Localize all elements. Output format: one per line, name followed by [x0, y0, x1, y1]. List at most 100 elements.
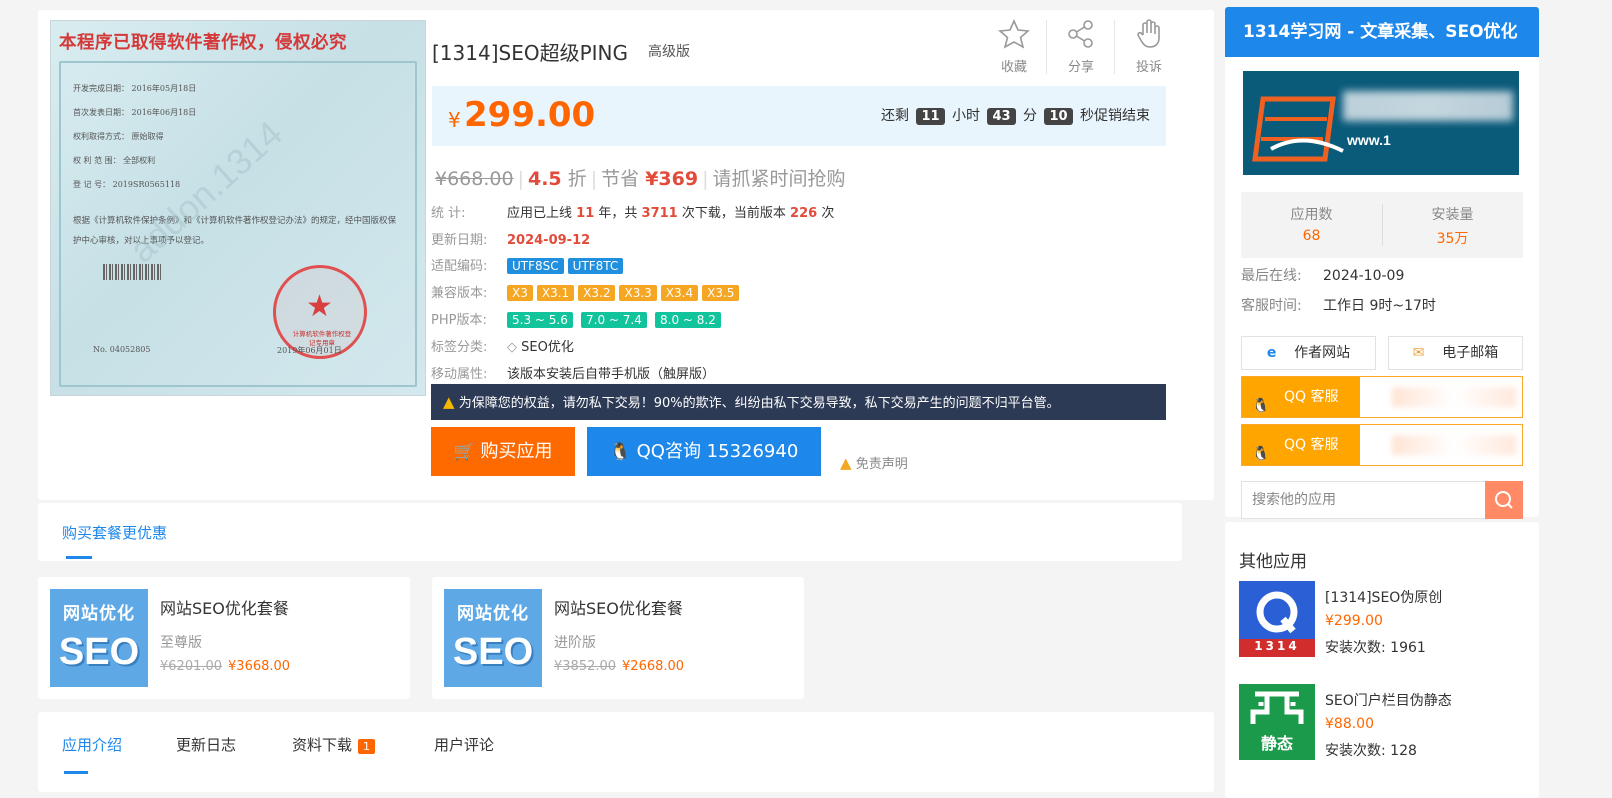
tag-row: 标签分类: ◇ SEO优化: [431, 340, 574, 355]
favorite-button[interactable]: 收藏: [981, 18, 1047, 75]
package-level: 至尊版: [160, 635, 202, 651]
php-row: PHP版本: 5.3 ~ 5.6 7.0 ~ 7.4 8.0 ~ 8.2: [431, 309, 725, 328]
cart-icon: 🛒: [453, 442, 475, 462]
save-amount: ¥369: [645, 168, 699, 190]
encoding-row: 适配编码: UTF8SC UTF8TC: [431, 255, 627, 274]
cert-text: 根据《计算机软件保护条例》和《计算机软件著作权登记办法》的规定，经中国版权保护中…: [73, 216, 397, 246]
certificate-image[interactable]: 本程序已取得软件著作权，侵权必究 开发完成日期： 2016年05月18日 首次发…: [50, 20, 426, 396]
author-website-button[interactable]: e 作者网站: [1241, 336, 1376, 370]
compat-row: 兼容版本: X3 X3.1 X3.2 X3.3 X3.4 X3.5: [431, 282, 743, 301]
detail-tabs: 应用介绍 更新日志 资料下载 1 用户评论: [38, 712, 1214, 792]
app-search: [1241, 481, 1523, 519]
tab-packages[interactable]: 购买套餐更优惠: [62, 522, 167, 543]
disclaimer-link[interactable]: ▲ 免责声明: [840, 453, 908, 472]
currency-symbol: ¥: [448, 108, 461, 132]
list-item[interactable]: 1314 [1314]SEO伪原创 ¥299.00 安装次数: 1961: [1239, 581, 1529, 667]
package-card[interactable]: 网站优化 SEO 网站SEO优化套餐 至尊版 ¥6201.00 ¥3668.00: [38, 577, 410, 699]
package-name: 网站SEO优化套餐: [554, 599, 683, 618]
ie-icon: e: [1266, 345, 1277, 361]
qq-consult-button[interactable]: 🐧 QQ咨询 15326940: [587, 427, 821, 476]
package-card[interactable]: 网站优化 SEO 网站SEO优化套餐 进阶版 ¥3852.00 ¥2668.00: [432, 577, 804, 699]
share-icon: [1068, 20, 1093, 48]
download-count-badge: 1: [358, 739, 376, 754]
report-button[interactable]: 投诉: [1116, 18, 1182, 75]
update-date: 2024-09-12: [507, 233, 591, 248]
qq-icon: 🐧: [609, 442, 631, 462]
compat-tag: X3: [507, 285, 533, 301]
tab-downloads[interactable]: 资料下载 1: [292, 734, 376, 755]
buy-button[interactable]: 🛒 购买应用: [431, 427, 575, 476]
author-stats: 应用数 68 安装量 35万: [1241, 192, 1523, 258]
app-icon-q: 1314: [1239, 581, 1315, 657]
price-box: ¥ 299.00 还剩 11 小时 43 分 10 秒促销结束: [432, 86, 1166, 146]
cert-number: No. 04052805: [93, 345, 151, 354]
app-price: ¥299.00: [1325, 613, 1383, 629]
tag-icon: ◇: [507, 340, 517, 355]
search-input[interactable]: [1242, 482, 1482, 518]
app-icon-static: 静态: [1239, 684, 1315, 760]
seo-package-image: 网站优化 SEO: [444, 589, 542, 687]
warning-banner: ▲ 为保障您的权益，请勿私下交易！90%的欺诈、纠纷由私下交易导致，私下交易产生…: [431, 384, 1166, 420]
discount-line: ¥668.00 | 4.5 折 | 节省 ¥369 | 请抓紧时间抢购: [435, 168, 846, 190]
countdown-seconds: 10: [1044, 108, 1073, 125]
compat-tag: X3.3: [619, 285, 657, 301]
compat-tag: X3.1: [536, 285, 575, 301]
qq-icon: 🐧: [1252, 446, 1270, 462]
stats-row: 统 计: 应用已上线 11 年，共 3711 次下载，当前版本 226 次: [431, 206, 835, 221]
countdown-timer: 还剩 11 小时 43 分 10 秒促销结束: [881, 108, 1150, 125]
other-apps-heading: 其他应用: [1239, 552, 1307, 572]
app-name: SEO门户栏目伪静态: [1325, 693, 1452, 709]
tag-link[interactable]: SEO优化: [521, 340, 574, 355]
update-date-row: 更新日期: 2024-09-12: [431, 233, 591, 248]
qq-service-button[interactable]: 🐧 QQ 客服: [1241, 376, 1523, 418]
product-title: [1314]SEO超级PING: [432, 41, 628, 65]
book-logo-icon: [1252, 96, 1344, 162]
install-count: 35万: [1436, 231, 1469, 247]
product-edition: 高级版: [648, 44, 690, 60]
cert-row: 权 利 范 围： 全部权利: [73, 156, 156, 165]
php-tag: 8.0 ~ 8.2: [655, 312, 721, 328]
original-price: ¥668.00: [435, 168, 514, 190]
compat-tag: X3.4: [660, 285, 699, 301]
author-sidebar: 1314学习网 - 文章采集、SEO优化 www.1 应用数 68 安装量 35万 …: [1225, 7, 1539, 519]
countdown-minutes: 43: [987, 108, 1016, 125]
encoding-tag: UTF8TC: [567, 258, 624, 274]
cert-row: 首次发表日期： 2016年06月18日: [73, 108, 197, 117]
php-tag: 7.0 ~ 7.4: [581, 312, 647, 328]
php-tag: 5.3 ~ 5.6: [507, 312, 573, 328]
encoding-tag: UTF8SC: [507, 258, 564, 274]
cert-date: 2019年06月01日: [277, 346, 342, 355]
tab-changelog[interactable]: 更新日志: [176, 734, 236, 755]
app-installs: 安装次数: 128: [1325, 743, 1417, 759]
mail-icon: ✉: [1412, 345, 1425, 361]
tab-reviews[interactable]: 用户评论: [434, 734, 494, 755]
hand-icon: [1137, 19, 1160, 48]
warning-icon: ▲: [840, 454, 852, 472]
package-level: 进阶版: [554, 635, 596, 651]
current-price: 299.00: [464, 95, 596, 135]
other-apps: 其他应用 1314 [1314]SEO伪原创 ¥299.00 安装次数: 196…: [1225, 522, 1539, 798]
tab-intro[interactable]: 应用介绍: [62, 734, 122, 755]
qq-service-button[interactable]: 🐧 QQ 客服: [1241, 424, 1523, 466]
barcode-icon: [103, 264, 161, 280]
author-banner-image[interactable]: www.1: [1243, 71, 1519, 175]
certificate-heading: 本程序已取得软件著作权，侵权必究: [59, 33, 347, 53]
cert-row: 权利取得方式： 原始取得: [73, 132, 164, 141]
qq-icon: 🐧: [1252, 398, 1270, 414]
last-online: 最后在线: 2024-10-09: [1241, 268, 1405, 284]
package-tab-bar: 购买套餐更优惠: [38, 503, 1182, 561]
share-button[interactable]: 分享: [1048, 18, 1114, 75]
email-button[interactable]: ✉ 电子邮箱: [1388, 336, 1523, 370]
discount-value: 4.5: [527, 168, 562, 190]
compat-tag: X3.2: [578, 285, 616, 301]
author-title[interactable]: 1314学习网 - 文章采集、SEO优化: [1225, 7, 1539, 57]
app-name: [1314]SEO伪原创: [1325, 590, 1443, 606]
seo-package-image: 网站优化 SEO: [50, 589, 148, 687]
list-item[interactable]: 静态 SEO门户栏目伪静态 ¥88.00 安装次数: 128: [1239, 684, 1529, 770]
mobile-row: 移动属性: 该版本安装后自带手机版（触屏版）: [431, 367, 716, 382]
product-card: 本程序已取得软件著作权，侵权必究 开发完成日期： 2016年05月18日 首次发…: [38, 10, 1214, 500]
search-icon: [1495, 491, 1513, 509]
cert-row: 登 记 号： 2019SR0565118: [73, 180, 181, 189]
search-button[interactable]: [1485, 481, 1523, 519]
package-name: 网站SEO优化套餐: [160, 599, 289, 618]
